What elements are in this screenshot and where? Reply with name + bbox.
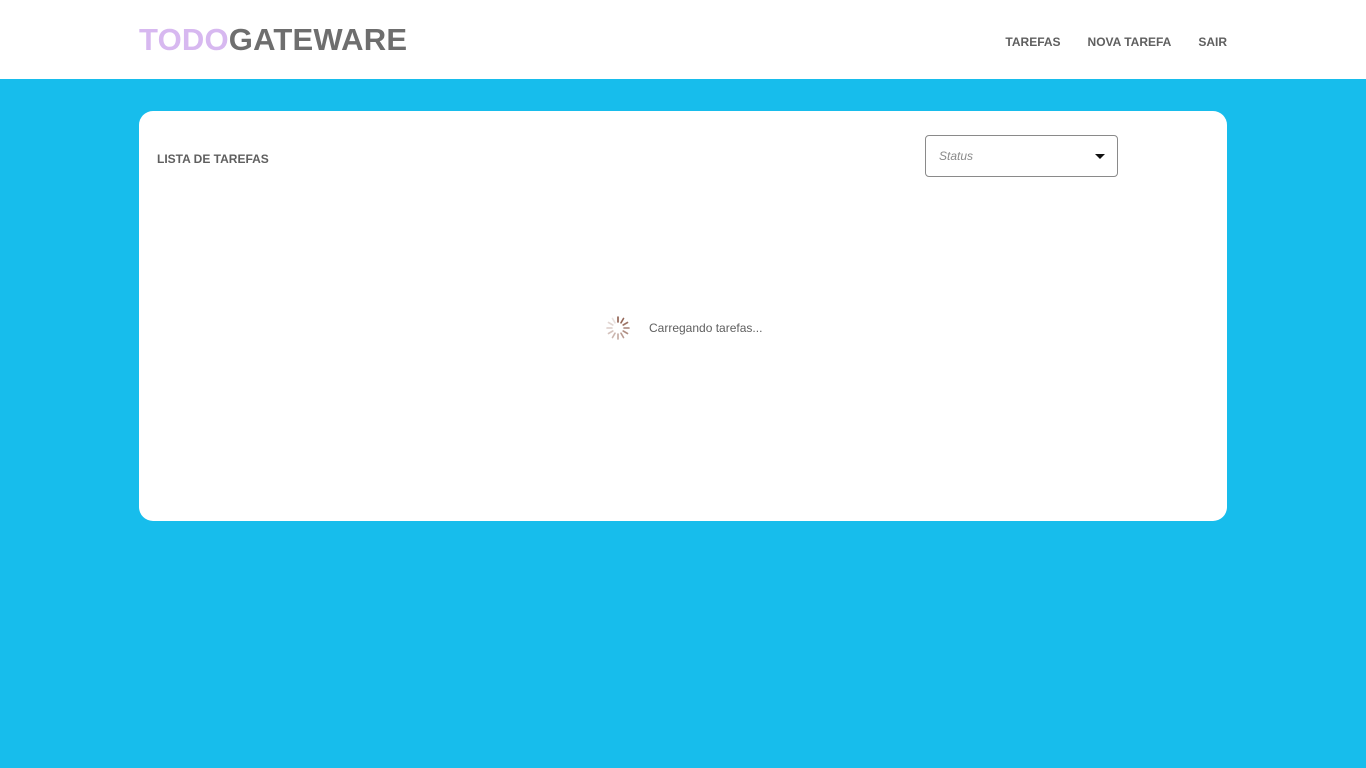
page-title: LISTA DE TAREFAS	[157, 152, 269, 166]
nav-link-logout[interactable]: SAIR	[1198, 34, 1227, 50]
main-nav: TAREFAS NOVA TAREFA SAIR	[1005, 34, 1227, 50]
logo-text-gateware: GATEWARE	[228, 22, 408, 57]
status-filter-placeholder: Status	[939, 149, 974, 163]
task-list-card: LISTA DE TAREFAS Status Carregando taref…	[139, 111, 1227, 521]
loading-indicator: Carregando tarefas...	[605, 315, 762, 341]
spinner-icon	[606, 316, 630, 340]
logo-text-todo: TODO	[139, 22, 229, 57]
caret-down-icon	[1095, 154, 1105, 159]
top-header: TODOGATEWARE TAREFAS NOVA TAREFA SAIR	[0, 0, 1366, 79]
status-filter-select[interactable]: Status	[925, 135, 1118, 177]
loading-text: Carregando tarefas...	[649, 321, 763, 335]
app-logo[interactable]: TODOGATEWARE	[139, 22, 407, 58]
nav-link-tasks[interactable]: TAREFAS	[1005, 34, 1060, 50]
nav-link-new-task[interactable]: NOVA TAREFA	[1088, 34, 1172, 50]
